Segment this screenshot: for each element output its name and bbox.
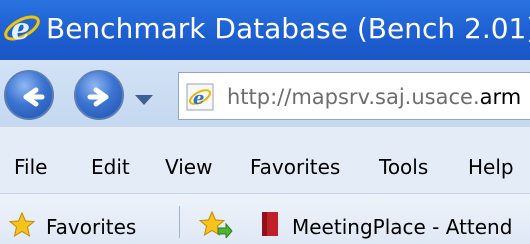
add-to-favorites-bar-icon[interactable] [198, 210, 234, 240]
address-bar[interactable]: e http://mapsrv.saj.usace.arm [178, 72, 530, 120]
svg-text:e: e [11, 12, 30, 47]
menu-file[interactable]: File [14, 155, 47, 179]
meetingplace-site-icon[interactable] [260, 211, 280, 237]
menu-favorites[interactable]: Favorites [250, 155, 340, 179]
menu-edit[interactable]: Edit [91, 155, 130, 179]
favorites-link-meetingplace[interactable]: MeetingPlace - Attend [292, 215, 512, 239]
favorites-separator [179, 206, 180, 238]
address-url-prefix: http://mapsrv.saj.usace. [227, 85, 480, 109]
title-bar: e Benchmark Database (Bench 2.01) - [0, 0, 530, 60]
address-url: http://mapsrv.saj.usace.arm [227, 85, 521, 109]
favorites-bar: Favorites MeetingPlace - Attend [0, 194, 530, 244]
menu-bar: File Edit View Favorites Tools Help [0, 126, 530, 194]
chevron-down-icon [135, 95, 153, 105]
address-url-domain: arm [479, 85, 522, 109]
forward-button[interactable] [74, 70, 124, 120]
menu-tools[interactable]: Tools [379, 155, 428, 179]
menu-view[interactable]: View [165, 155, 212, 179]
back-button[interactable] [4, 70, 54, 120]
back-arrow-icon [23, 87, 45, 107]
favorites-button-label[interactable]: Favorites [46, 215, 136, 239]
svg-text:e: e [193, 88, 204, 109]
history-dropdown-button[interactable] [133, 92, 155, 106]
ie-logo-icon: e [2, 8, 42, 48]
favorites-star-icon[interactable] [8, 211, 36, 239]
forward-arrow-icon [87, 87, 109, 107]
menu-help[interactable]: Help [468, 155, 514, 179]
window-title: Benchmark Database (Bench 2.01) - [46, 12, 530, 45]
page-icon: e [186, 83, 214, 111]
